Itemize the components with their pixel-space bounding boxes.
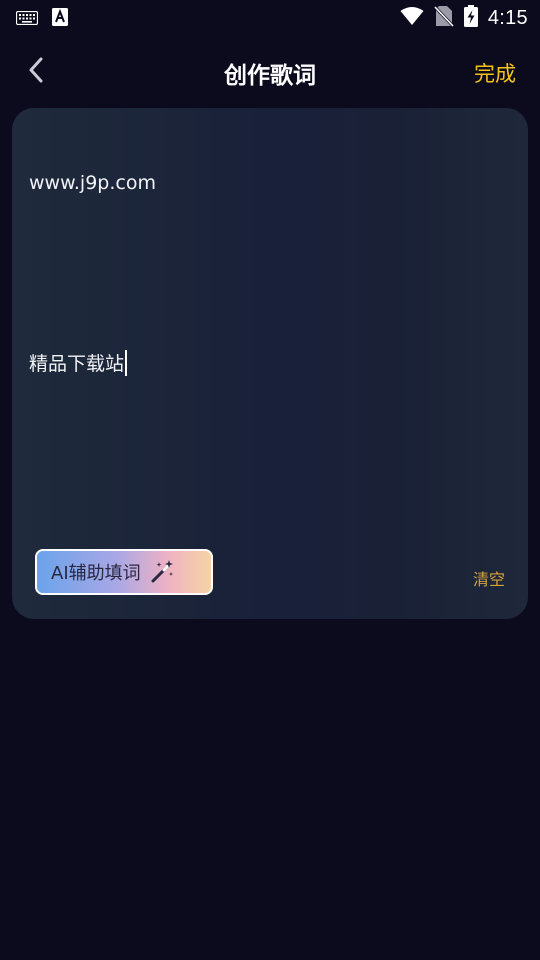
clear-button[interactable]: 清空	[473, 566, 505, 590]
screen: 4:15 创作歌词 完成 www.j9p.com 精品下载站 AI辅助填词 清空	[0, 0, 540, 960]
lyrics-textarea[interactable]: www.j9p.com 精品下载站	[29, 128, 499, 416]
lyrics-line: www.j9p.com	[29, 172, 156, 194]
lyrics-blank-line	[29, 238, 499, 306]
status-bar: 4:15	[0, 0, 540, 36]
status-time: 4:15	[487, 6, 528, 29]
font-a-icon	[52, 8, 68, 30]
lyrics-line-text: 精品下载站	[29, 353, 125, 375]
magic-wand-icon	[149, 559, 175, 585]
lyrics-line: 精品下载站	[29, 350, 499, 376]
done-button[interactable]: 完成	[474, 58, 516, 88]
lyrics-editor-card: www.j9p.com 精品下载站 AI辅助填词 清空	[12, 108, 528, 619]
status-left	[15, 8, 68, 30]
wifi-icon	[400, 6, 424, 30]
keyboard-icon	[15, 10, 39, 29]
ai-assist-label: AI辅助填词	[51, 563, 141, 584]
text-cursor	[125, 350, 127, 376]
no-sim-icon	[433, 5, 454, 31]
battery-charging-icon	[463, 5, 478, 31]
header: 创作歌词 完成	[0, 44, 540, 100]
ai-assist-lyrics-button[interactable]: AI辅助填词	[35, 549, 213, 595]
page-title: 创作歌词	[224, 63, 316, 89]
status-right: 4:15	[400, 5, 528, 31]
